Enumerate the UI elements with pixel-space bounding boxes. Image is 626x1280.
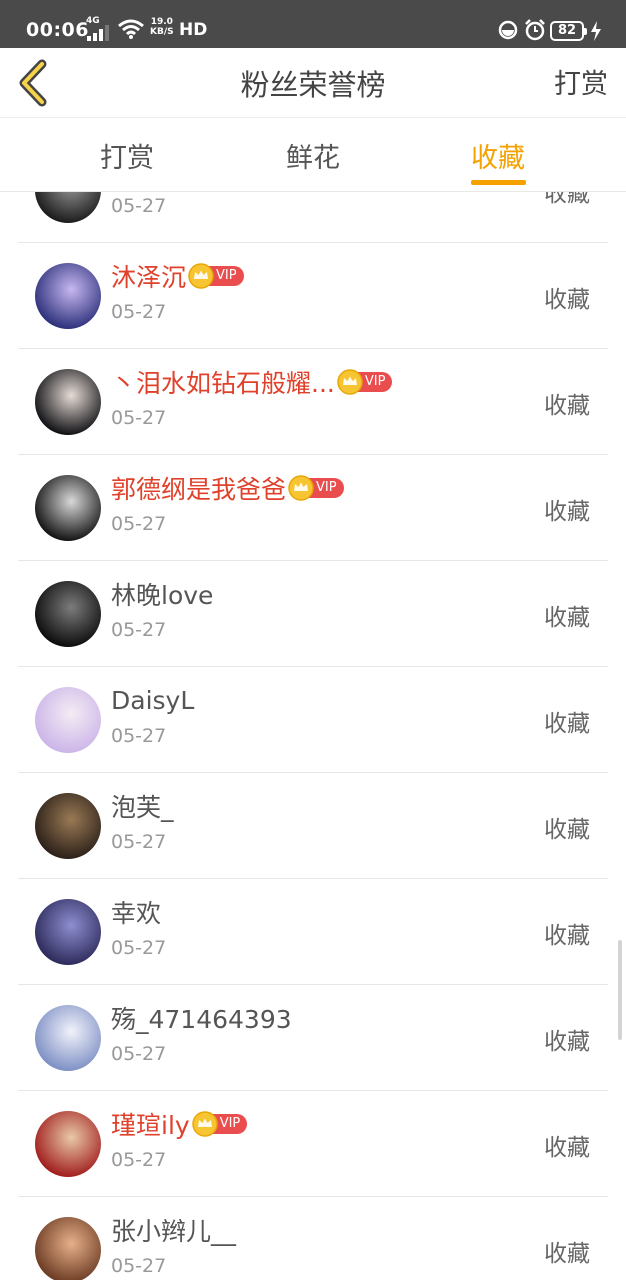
vip-badge: VIP — [337, 369, 393, 395]
user-name: 泡芙_ — [111, 793, 174, 822]
tab-tip[interactable]: 打赏 — [100, 136, 154, 175]
scrollbar[interactable] — [618, 940, 622, 1040]
list-item[interactable]: 张小辫儿__ 05-27 收藏 — [0, 1197, 626, 1280]
fan-list[interactable]: 05-27 收藏 沐泽沉 VIP 05-27 收藏 丶泪水如钻石般耀... VIP 05-27 收… — [0, 192, 626, 1280]
user-name: 瑾瑄ily — [111, 1111, 190, 1140]
favorite-date: 05-27 — [111, 725, 167, 747]
favorite-date: 05-27 — [111, 301, 167, 323]
favorite-action[interactable]: 收藏 — [544, 192, 590, 208]
tab-flowers[interactable]: 鲜花 — [286, 136, 340, 175]
active-tab-indicator — [471, 180, 526, 185]
charging-icon — [591, 21, 601, 41]
user-name: 幸欢 — [111, 899, 162, 928]
signal-icon — [87, 25, 109, 41]
list-item[interactable]: 丶泪水如钻石般耀... VIP 05-27 收藏 — [0, 349, 626, 455]
tip-button[interactable]: 打赏 — [554, 62, 608, 101]
user-name: 殇_471464393 — [111, 1005, 292, 1034]
crown-icon — [288, 475, 314, 501]
favorite-date: 05-27 — [111, 1255, 167, 1277]
favorite-date: 05-27 — [111, 195, 167, 217]
name-line: 幸欢 — [111, 895, 161, 929]
speed-unit: KB/S — [150, 27, 174, 37]
avatar[interactable] — [35, 369, 101, 435]
favorite-action[interactable]: 收藏 — [544, 386, 590, 420]
user-name: DaisyL — [111, 685, 195, 715]
favorite-date: 05-27 — [111, 619, 167, 641]
crown-icon — [337, 369, 363, 395]
vip-badge: VIP — [188, 263, 244, 289]
avatar[interactable] — [35, 687, 101, 753]
user-name: 林晚love — [111, 581, 214, 610]
name-line: 殇_471464393 — [111, 1001, 292, 1035]
favorite-action[interactable]: 收藏 — [544, 1234, 590, 1268]
status-time: 00:06 — [26, 19, 89, 41]
list-item[interactable]: 沐泽沉 VIP 05-27 收藏 — [0, 243, 626, 349]
page-title: 粉丝荣誉榜 — [240, 68, 386, 102]
name-line: 丶泪水如钻石般耀... VIP — [111, 365, 393, 399]
alarm-icon — [525, 19, 545, 41]
favorite-date: 05-27 — [111, 1043, 167, 1065]
name-line: 张小辫儿__ — [111, 1213, 236, 1247]
tab-bar: 打赏 鲜花 收藏 — [0, 118, 626, 192]
avatar[interactable] — [35, 263, 101, 329]
user-name: 丶泪水如钻石般耀... — [111, 369, 335, 398]
speed-value: 19.0 — [150, 17, 173, 27]
favorite-action[interactable]: 收藏 — [544, 598, 590, 632]
name-line: 沐泽沉 VIP — [111, 259, 244, 293]
favorite-action[interactable]: 收藏 — [544, 280, 590, 314]
list-item[interactable]: 郭德纲是我爸爸 VIP 05-27 收藏 — [0, 455, 626, 561]
header-bar: 粉丝荣誉榜 打赏 — [0, 48, 626, 118]
favorite-date: 05-27 — [111, 513, 167, 535]
avatar[interactable] — [35, 475, 101, 541]
list-item[interactable]: 泡芙_ 05-27 收藏 — [0, 773, 626, 879]
favorite-date: 05-27 — [111, 407, 167, 429]
name-line: 郭德纲是我爸爸 VIP — [111, 471, 344, 505]
avatar[interactable] — [35, 1217, 101, 1280]
favorite-action[interactable]: 收藏 — [544, 1022, 590, 1056]
user-name: 郭德纲是我爸爸 — [111, 475, 287, 504]
vip-badge: VIP — [288, 475, 344, 501]
avatar[interactable] — [35, 1111, 101, 1177]
wifi-icon — [118, 19, 144, 39]
favorite-date: 05-27 — [111, 937, 167, 959]
favorite-action[interactable]: 收藏 — [544, 704, 590, 738]
avatar[interactable] — [35, 581, 101, 647]
network-speed: 19.0 KB/S — [150, 17, 174, 37]
favorite-action[interactable]: 收藏 — [544, 492, 590, 526]
crown-icon — [191, 1111, 218, 1137]
user-name: 张小辫儿__ — [111, 1217, 237, 1246]
favorite-action[interactable]: 收藏 — [544, 810, 590, 844]
list-item[interactable]: 幸欢 05-27 收藏 — [0, 879, 626, 985]
favorite-action[interactable]: 收藏 — [544, 916, 590, 950]
tab-favorites[interactable]: 收藏 — [471, 136, 525, 175]
avatar[interactable] — [35, 1005, 101, 1071]
favorite-date: 05-27 — [111, 1149, 167, 1171]
avatar[interactable] — [35, 899, 101, 965]
do-not-disturb-icon — [498, 20, 518, 40]
favorite-date: 05-27 — [111, 831, 167, 853]
list-item[interactable]: DaisyL 05-27 收藏 — [0, 667, 626, 773]
name-line: 林晚love — [111, 577, 213, 611]
avatar[interactable] — [35, 793, 101, 859]
list-item[interactable]: 05-27 收藏 — [0, 192, 626, 243]
vip-badge: VIP — [191, 1111, 248, 1137]
hd-indicator: HD — [179, 20, 208, 40]
crown-icon — [188, 263, 214, 289]
list-item[interactable]: 瑾瑄ily VIP 05-27 收藏 — [0, 1091, 626, 1197]
name-line: 瑾瑄ily VIP — [111, 1107, 248, 1141]
user-name: 沐泽沉 — [111, 263, 187, 292]
avatar[interactable] — [35, 192, 101, 223]
name-line: DaisyL — [111, 683, 194, 717]
status-bar: 00:06 4G 19.0 KB/S HD 82 — [0, 0, 626, 48]
name-line: 泡芙_ — [111, 789, 174, 823]
battery-indicator: 82 — [550, 21, 587, 41]
list-item[interactable]: 林晚love 05-27 收藏 — [0, 561, 626, 667]
favorite-action[interactable]: 收藏 — [544, 1128, 590, 1162]
list-item[interactable]: 殇_471464393 05-27 收藏 — [0, 985, 626, 1091]
